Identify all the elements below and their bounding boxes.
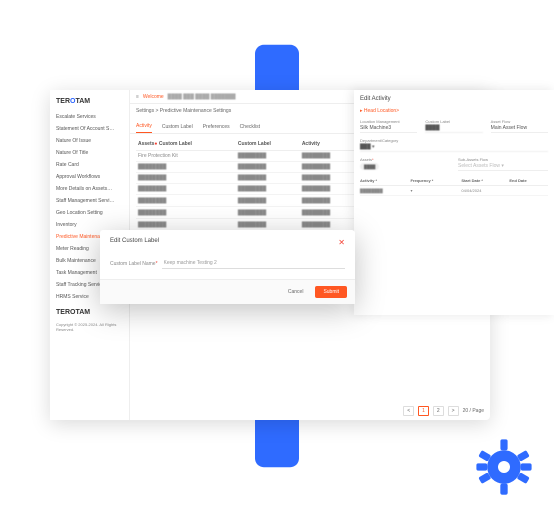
field-asset-flow-label: Asset Flow <box>491 119 548 124</box>
edit-custom-label-modal: Edit Custom Label ✕ Custom Label Name* C… <box>100 230 355 304</box>
sidebar-item-4[interactable]: Rate Card <box>50 159 129 171</box>
close-icon[interactable]: ✕ <box>338 238 345 247</box>
tab-activity[interactable]: Activity <box>136 120 152 133</box>
field-loc-mgmt-label: Location Management <box>360 119 417 124</box>
field-custom-label-label: Custom Label <box>425 119 482 124</box>
welcome-text: Welcome <box>143 94 164 100</box>
sidebar-item-0[interactable]: Escalate Services <box>50 111 129 123</box>
col-2: Activity <box>300 138 356 151</box>
pager-page-2[interactable]: 2 <box>433 406 444 416</box>
sidebar-item-3[interactable]: Nature Of Title <box>50 147 129 159</box>
panel-title: Edit Activity <box>360 96 548 102</box>
field-dept[interactable]: ███ ▾ <box>360 144 548 152</box>
logo-footer: TEROTAM <box>50 303 129 322</box>
sub-activity-cell[interactable]: ████████ <box>360 186 410 196</box>
pagination: < 1 2 > 20 / Page <box>130 402 490 420</box>
submit-button[interactable]: Submit <box>315 286 347 298</box>
modal-title: Edit Custom Label <box>110 238 159 247</box>
field-loc-mgmt[interactable]: Silk Machine3 <box>360 125 417 133</box>
activity-sub-table: Activity *Frequency *Start Date *End Dat… <box>360 176 548 196</box>
pager-size[interactable]: 20 / Page <box>463 408 484 414</box>
sidebar-item-5[interactable]: Approval Workflows <box>50 171 129 183</box>
tab-checklist[interactable]: Checklist <box>240 121 260 133</box>
sidebar-item-2[interactable]: Nature Of Issue <box>50 135 129 147</box>
sidebar-item-8[interactable]: Geo Location Setting <box>50 207 129 219</box>
panel-location-section[interactable]: ▸ Head Location> <box>360 108 548 114</box>
sidebar-item-1[interactable]: Statement Of Account S… <box>50 123 129 135</box>
sidebar-item-6[interactable]: More Details on Assets… <box>50 183 129 195</box>
sidebar-item-7[interactable]: Staff Management Servi… <box>50 195 129 207</box>
copyright: Copyright © 2025-2024. All Rights Reserv… <box>50 322 129 332</box>
sub-startdate-cell[interactable]: 04/04/2024 <box>461 186 509 196</box>
tab-preferences[interactable]: Preferences <box>203 121 230 133</box>
pager-prev[interactable]: < <box>403 406 414 416</box>
sub-enddate-cell[interactable] <box>509 186 548 196</box>
field-subflow-label: Sub-Assets Flow <box>458 157 548 162</box>
field-asset-flow[interactable]: Main Asset Flow <box>491 125 548 133</box>
logo: TEROTAM <box>50 96 129 111</box>
sub-frequency-cell[interactable]: ▾ <box>410 186 461 196</box>
field-custom-label[interactable]: ████ <box>425 125 482 133</box>
pager-page-1[interactable]: 1 <box>418 406 429 416</box>
cancel-button[interactable]: Cancel <box>280 286 312 298</box>
edit-activity-panel: Edit Activity ▸ Head Location> Location … <box>354 90 554 315</box>
menu-icon[interactable]: ≡ <box>136 94 139 100</box>
tab-custom-label[interactable]: Custom Label <box>162 121 193 133</box>
field-assets-label: Assets* <box>360 157 450 162</box>
field-dept-label: Department/Category <box>360 138 548 143</box>
modal-field-label: Custom Label Name* <box>110 261 158 267</box>
col-0: Assets● Custom Label <box>136 138 236 151</box>
custom-label-input[interactable] <box>162 258 345 269</box>
col-1: Custom Label <box>236 138 300 151</box>
pager-next[interactable]: > <box>448 406 459 416</box>
gear-small-icon <box>474 437 534 497</box>
field-assets[interactable]: ████ <box>360 163 450 170</box>
welcome-user: ████ ███ ████ ███████ <box>168 94 236 100</box>
field-subflow[interactable]: Select Assets Flow ▾ <box>458 163 548 171</box>
